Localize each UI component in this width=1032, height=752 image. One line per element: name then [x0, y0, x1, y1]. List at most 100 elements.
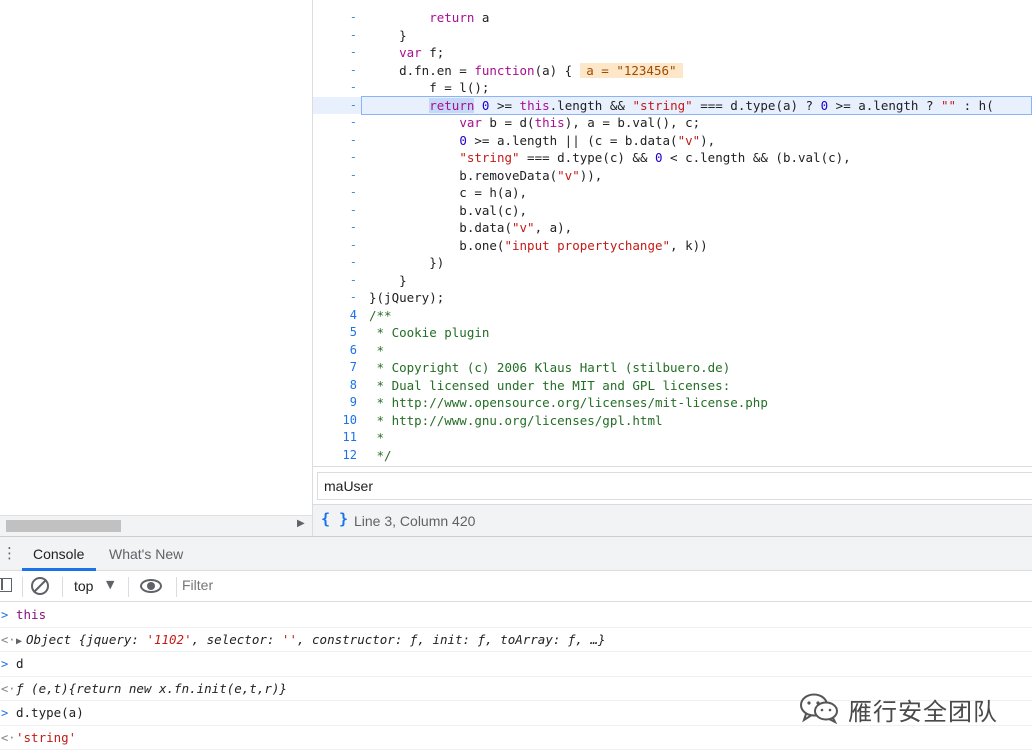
code-line[interactable]: - })	[313, 254, 1032, 272]
code-line[interactable]: - }	[313, 27, 1032, 45]
line-number[interactable]: 4	[313, 307, 357, 325]
code-line[interactable]: - c = h(a),	[313, 184, 1032, 202]
filter-input[interactable]	[182, 577, 482, 593]
console-output-message[interactable]: <· ▶ Object {jquery: '1102', selector: '',…	[0, 628, 1032, 652]
code-text: b.removeData("v")),	[369, 167, 602, 185]
code-text: 0 >= a.length || (c = b.data("v"),	[369, 132, 715, 150]
code-line[interactable]: - }	[313, 272, 1032, 290]
line-number[interactable]: -	[313, 44, 357, 62]
more-options-icon[interactable]: ⋮	[2, 544, 17, 562]
code-line[interactable]: 4 /**	[313, 307, 1032, 325]
source-code-editor[interactable]: - return a- } - var f; - d.fn.en = functio…	[313, 0, 1032, 466]
line-number[interactable]: -	[313, 272, 357, 290]
line-number[interactable]: -	[313, 62, 357, 80]
search-input[interactable]: maUser	[317, 472, 1032, 500]
scroll-right-arrow-icon[interactable]: ▶	[297, 518, 305, 529]
code-text: b.val(c),	[369, 202, 527, 220]
code-line-paused[interactable]: - return 0 >= this.length && "string" ==…	[313, 96, 1032, 115]
code-line[interactable]: -}(jQuery);	[313, 289, 1032, 307]
search-bar: maUser	[313, 466, 1032, 504]
message-token: ''	[281, 631, 297, 647]
code-token: var	[459, 115, 482, 130]
scrollbar-thumb[interactable]	[6, 520, 121, 532]
code-line[interactable]: - "string" === d.type(c) && 0 < c.length…	[313, 149, 1032, 167]
code-line[interactable]: - var f;	[313, 44, 1032, 62]
console-output-message[interactable]: <·'string'	[0, 726, 1032, 750]
console-messages[interactable]: > this <· ▶ Object {jquery: '1102', selector…	[0, 603, 1032, 752]
code-token: b.removeData(	[369, 167, 558, 183]
navigator-pane	[0, 0, 312, 515]
line-number[interactable]: 11	[313, 429, 357, 447]
code-text: c = h(a),	[369, 184, 527, 202]
code-line[interactable]: 6 *	[313, 342, 1032, 360]
console-input-message[interactable]: > this	[0, 603, 1032, 628]
message-token: this	[16, 607, 47, 622]
line-number[interactable]: 12	[313, 447, 357, 465]
line-number[interactable]: -	[313, 97, 357, 115]
code-token: 0	[820, 97, 829, 113]
code-line[interactable]: 5 * Cookie plugin	[313, 324, 1032, 342]
line-number[interactable]: -	[313, 27, 357, 45]
code-line[interactable]: 8 * Dual licensed under the MIT and GPL …	[313, 377, 1032, 395]
code-line[interactable]: - f = l();	[313, 79, 1032, 97]
line-number[interactable]: -	[313, 219, 357, 237]
clear-console-icon[interactable]	[31, 577, 49, 595]
context-selector[interactable]: top	[74, 578, 93, 594]
expand-triangle-icon[interactable]: ▶	[16, 636, 22, 647]
line-number[interactable]: -	[313, 202, 357, 220]
tab-console[interactable]: Console	[33, 546, 84, 562]
code-token: *	[369, 342, 385, 358]
line-number[interactable]: 10	[313, 412, 357, 430]
code-token: .length &&	[549, 97, 633, 113]
line-number[interactable]: -	[313, 184, 357, 202]
line-number[interactable]: -	[313, 149, 357, 167]
drawer-tab-bar: ⋮ Console What's New	[0, 536, 1032, 571]
code-text: * http://www.opensource.org/licenses/mit…	[369, 394, 768, 412]
tab-whats-new[interactable]: What's New	[109, 546, 183, 562]
line-number[interactable]: -	[313, 254, 357, 272]
code-token: * Cookie plugin	[369, 325, 490, 340]
line-number[interactable]: -	[313, 9, 357, 27]
line-number[interactable]: -	[313, 289, 357, 307]
line-number[interactable]: 6	[313, 342, 357, 360]
line-number[interactable]: -	[313, 114, 357, 132]
pretty-print-icon[interactable]: { }	[321, 510, 348, 528]
code-line[interactable]: 12 */	[313, 447, 1032, 465]
code-line[interactable]: - b.one("input propertychange", k))	[313, 237, 1032, 255]
sidebar-toggle-icon[interactable]	[0, 578, 12, 592]
line-number[interactable]: -	[313, 132, 357, 150]
live-expression-eye-icon[interactable]	[140, 579, 162, 593]
message-token: , selector:	[191, 631, 282, 647]
inline-variable-value: a = "123456"	[580, 62, 683, 78]
wechat-logo-icon	[800, 693, 838, 724]
code-line[interactable]: - var b = d(this), a = b.val(), c;	[313, 114, 1032, 132]
code-line[interactable]: 11 *	[313, 429, 1032, 447]
code-line[interactable]: - b.removeData("v")),	[313, 167, 1032, 185]
code-token: function	[474, 62, 535, 78]
code-line[interactable]: 7 * Copyright (c) 2006 Klaus Hartl (stil…	[313, 359, 1032, 377]
console-input-message[interactable]: > d	[0, 652, 1032, 677]
line-number[interactable]: 7	[313, 359, 357, 377]
code-line[interactable]: - b.val(c),	[313, 202, 1032, 220]
code-line[interactable]: - return a	[313, 9, 1032, 27]
code-line[interactable]: - d.fn.en = function(a) {a = "123456"	[313, 62, 1032, 80]
code-token: "v"	[557, 167, 580, 183]
code-token: )),	[579, 167, 603, 183]
code-text: }	[369, 27, 407, 45]
line-number[interactable]: -	[313, 237, 357, 255]
line-number[interactable]: 5	[313, 324, 357, 342]
code-text: * Copyright (c) 2006 Klaus Hartl (stilbu…	[369, 359, 731, 377]
dropdown-caret-icon[interactable]: ▼	[106, 578, 114, 591]
line-number[interactable]: -	[313, 79, 357, 97]
navigator-horizontal-scrollbar[interactable]: ▶	[0, 515, 312, 536]
code-line[interactable]: - 0 >= a.length || (c = b.data("v"),	[313, 132, 1032, 150]
code-line[interactable]: 9 * http://www.opensource.org/licenses/m…	[313, 394, 1032, 412]
code-line[interactable]: 10 * http://www.gnu.org/licenses/gpl.htm…	[313, 412, 1032, 430]
line-number[interactable]: 9	[313, 394, 357, 412]
code-line[interactable]: - b.data("v", a),	[313, 219, 1032, 237]
line-number[interactable]: -	[313, 167, 357, 185]
line-number[interactable]: 8	[313, 377, 357, 395]
code-token: : h(	[956, 97, 994, 113]
code-token: b.one(	[369, 237, 505, 253]
